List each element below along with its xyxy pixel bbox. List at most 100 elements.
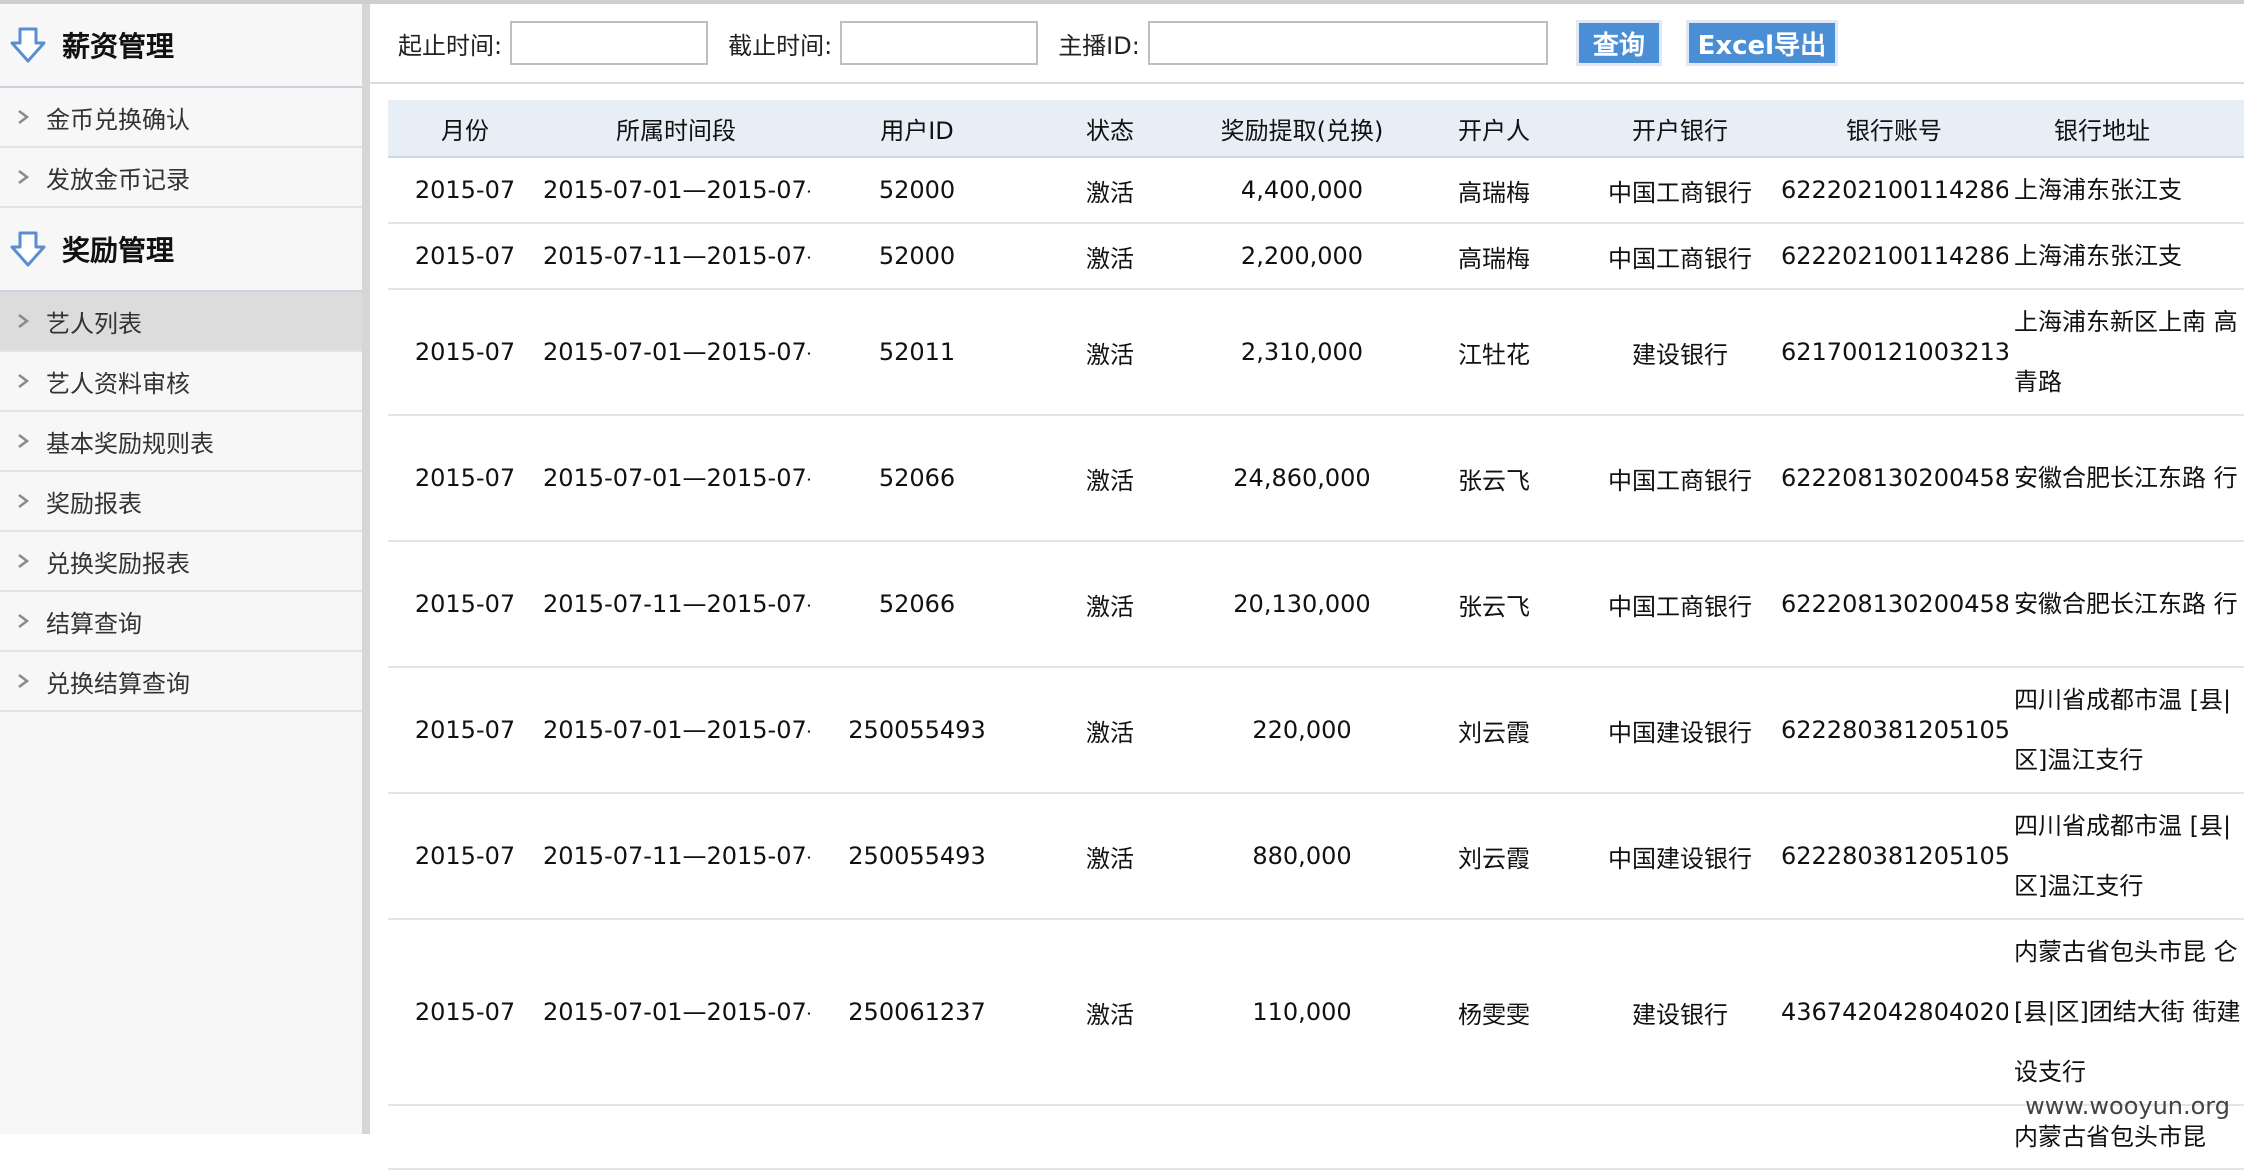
table-row: 内蒙古省包头市昆 — [388, 1105, 2244, 1170]
column-header[interactable]: 奖励提取(兑换) — [1196, 100, 1408, 158]
table-cell: 52011 — [810, 289, 1024, 416]
sidebar-item-artist-review[interactable]: 艺人资料审核 — [0, 352, 362, 412]
end-time-input[interactable] — [840, 21, 1039, 65]
table-row: 2015-07 2015-07-01—2015-07-10 52000 激活 4… — [388, 157, 2244, 224]
table-cell: 250055493 — [810, 793, 1024, 920]
column-header[interactable]: 银行账号 — [1780, 100, 2008, 158]
anchor-id-input[interactable] — [1147, 21, 1548, 65]
table-cell: 激活 — [1024, 667, 1196, 794]
start-time-input[interactable] — [510, 21, 709, 65]
sidebar-item-settlement-query[interactable]: 结算查询 — [0, 592, 362, 652]
table-cell: 4,400,000 — [1196, 157, 1408, 224]
sidebar-item-coin-exchange-confirm[interactable]: 金币兑换确认 — [0, 88, 362, 148]
chevron-right-icon — [18, 554, 30, 568]
anchor-id-label: 主播ID: — [1058, 31, 1140, 60]
table-cell: 2,310,000 — [1196, 289, 1408, 416]
column-header[interactable]: 所属时间段 — [542, 100, 810, 158]
chevron-right-icon — [18, 494, 30, 508]
start-time-label: 起止时间: — [398, 31, 503, 60]
sidebar-group-reward[interactable]: 奖励管理 — [0, 208, 362, 292]
sidebar-group-salary[interactable]: 薪资管理 — [0, 4, 362, 88]
sidebar-item-basic-reward-rules[interactable]: 基本奖励规则表 — [0, 412, 362, 472]
table-cell: 2015-07 — [388, 541, 542, 668]
end-time-label: 截止时间: — [728, 31, 833, 60]
sidebar-group-title: 薪资管理 — [62, 30, 175, 63]
table-cell: 上海浦东张江支 — [2008, 223, 2244, 290]
table-cell: 110,000 — [1196, 919, 1408, 1106]
column-header[interactable]: 月份 — [388, 100, 542, 158]
chevron-right-icon — [18, 434, 30, 448]
table-cell: 2015-07-01—2015-07-10 — [542, 157, 810, 224]
table-cell: 江牡花 — [1408, 289, 1580, 416]
table-cell: 24,860,000 — [1196, 415, 1408, 542]
sidebar-item-label: 基本奖励规则表 — [46, 429, 214, 458]
table-cell: 中国建设银行 — [1580, 667, 1780, 794]
table-cell: 2015-07-01—2015-07-10 — [542, 289, 810, 416]
table-cell: 内蒙古省包头市昆 仑[县|区]团结大街 街建设支行 — [2008, 919, 2244, 1106]
table-cell: 52000 — [810, 223, 1024, 290]
table-cell: 激活 — [1024, 289, 1196, 416]
table-cell: 2015-07 — [388, 919, 542, 1106]
table-cell — [1408, 1105, 1580, 1170]
chevron-right-icon — [18, 674, 30, 688]
table-cell: 中国工商银行 — [1580, 541, 1780, 668]
table-cell: 2015-07-01—2015-07-10 — [542, 667, 810, 794]
table-row: 2015-07 2015-07-11—2015-07-20 52000 激活 2… — [388, 223, 2244, 290]
table-cell: 2015-07-11—2015-07-20 — [542, 223, 810, 290]
arrow-down-icon — [10, 27, 46, 63]
table-cell: 2015-07 — [388, 793, 542, 920]
column-header[interactable]: 开户人 — [1408, 100, 1580, 158]
table-cell: 2015-07 — [388, 667, 542, 794]
table-cell: 安徽合肥长江东路 行 — [2008, 541, 2244, 668]
sidebar-item-label: 结算查询 — [46, 609, 142, 638]
table-cell — [1196, 1105, 1408, 1170]
chevron-right-icon — [18, 614, 30, 628]
table-cell: 220,000 — [1196, 667, 1408, 794]
column-header[interactable]: 开户银行 — [1580, 100, 1780, 158]
sidebar-item-reward-report[interactable]: 奖励报表 — [0, 472, 362, 532]
table-cell: 2015-07-01—2015-07-10 — [542, 919, 810, 1106]
sidebar-item-artist-list[interactable]: 艺人列表 — [0, 292, 362, 352]
table-cell: 安徽合肥长江东路 行 — [2008, 415, 2244, 542]
sidebar-item-label: 艺人资料审核 — [46, 369, 190, 398]
table-cell — [1580, 1105, 1780, 1170]
table-cell: 刘云霞 — [1408, 793, 1580, 920]
table-cell: 6222081302004583247 — [1780, 541, 2008, 668]
chevron-right-icon — [18, 314, 30, 328]
chevron-right-icon — [18, 110, 30, 124]
table-cell: 四川省成都市温 [县|区]温江支行 — [2008, 793, 2244, 920]
table-cell: 2015-07 — [388, 289, 542, 416]
table-cell: 2,200,000 — [1196, 223, 1408, 290]
search-bar: 起止时间: 截止时间: 主播ID: 查询 Excel导出 — [370, 4, 2244, 84]
table-cell — [810, 1105, 1024, 1170]
sidebar-group-title: 奖励管理 — [62, 234, 175, 267]
table-cell: 上海浦东新区上南 高青路 — [2008, 289, 2244, 416]
sidebar: 薪资管理 金币兑换确认 发放金币记录 奖励管理 艺人列表 艺人资料审核 基本奖励… — [0, 4, 370, 1134]
table-cell: 激活 — [1024, 541, 1196, 668]
table-cell: 2015-07-01—2015-07-10 — [542, 415, 810, 542]
query-button[interactable]: 查询 — [1575, 20, 1662, 66]
table-cell: 2015-07 — [388, 415, 542, 542]
table-cell: 杨雯雯 — [1408, 919, 1580, 1106]
table-cell: 20,130,000 — [1196, 541, 1408, 668]
table-cell: 激活 — [1024, 919, 1196, 1106]
table-cell: 52066 — [810, 541, 1024, 668]
table-cell: 中国工商银行 — [1580, 157, 1780, 224]
sidebar-item-label: 发放金币记录 — [46, 165, 190, 194]
table-cell: 上海浦东张江支 — [2008, 157, 2244, 224]
artist-table: 月份 所属时间段 用户ID 状态 奖励提取(兑换) 开户人 开户银行 银行账号 … — [388, 100, 2244, 1170]
sidebar-item-coin-issue-records[interactable]: 发放金币记录 — [0, 148, 362, 208]
sidebar-item-exchange-settlement-query[interactable]: 兑换结算查询 — [0, 652, 362, 712]
table-cell: 中国建设银行 — [1580, 793, 1780, 920]
chevron-right-icon — [18, 374, 30, 388]
column-header[interactable]: 用户ID — [810, 100, 1024, 158]
sidebar-item-label: 奖励报表 — [46, 489, 142, 518]
table-cell: 6222803812051050533 — [1780, 667, 2008, 794]
column-header[interactable]: 状态 — [1024, 100, 1196, 158]
table-row: 2015-07 2015-07-11—2015-07-20 52066 激活 2… — [388, 541, 2244, 668]
column-header[interactable]: 银行地址 — [2008, 100, 2244, 158]
excel-export-button[interactable]: Excel导出 — [1685, 20, 1838, 66]
table-row: 2015-07 2015-07-01—2015-07-10 250055493 … — [388, 667, 2244, 794]
table-cell: 6222803812051050533 — [1780, 793, 2008, 920]
sidebar-item-exchange-reward-report[interactable]: 兑换奖励报表 — [0, 532, 362, 592]
